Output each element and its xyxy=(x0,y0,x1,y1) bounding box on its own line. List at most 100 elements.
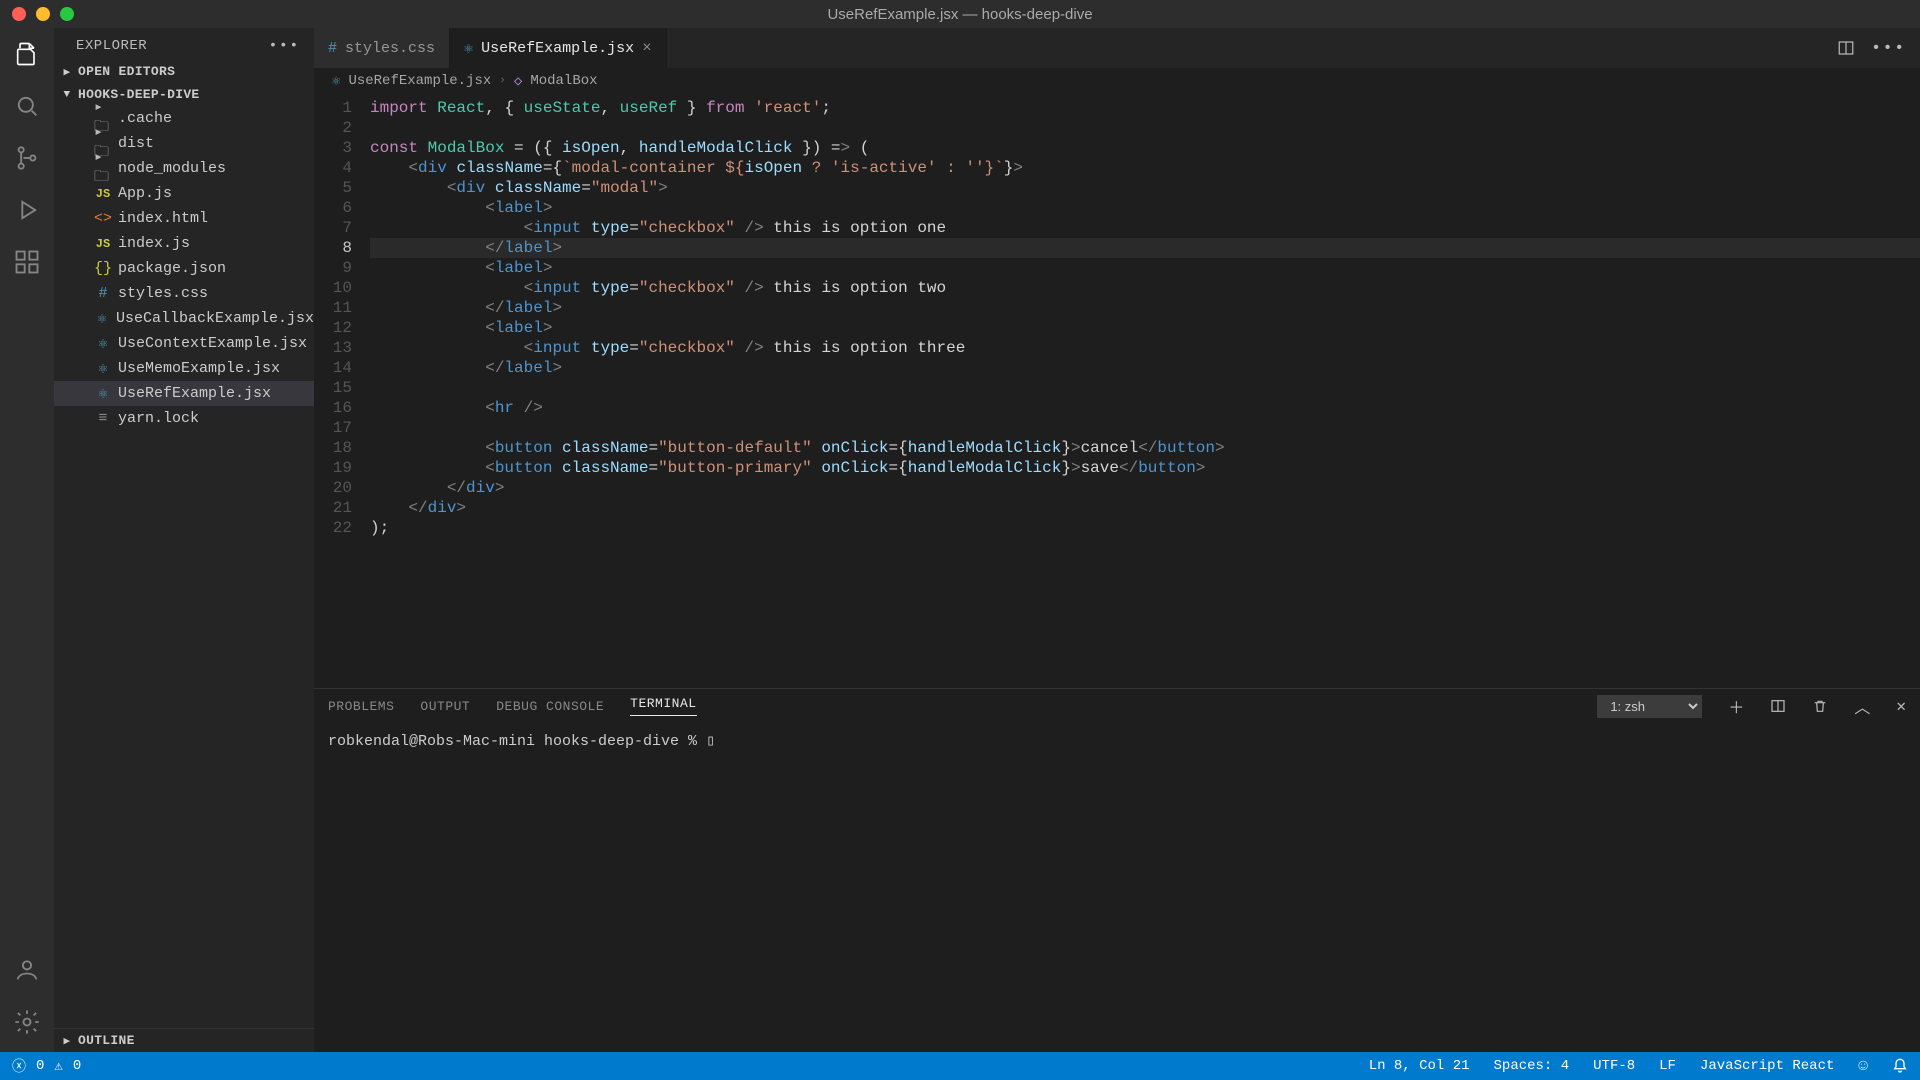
maximize-panel-icon[interactable]: ︿ xyxy=(1854,694,1870,718)
file-name: node_modules xyxy=(118,160,226,177)
file-name: UseContextExample.jsx xyxy=(118,335,307,352)
file-tree-item[interactable]: ⚛UseContextExample.jsx xyxy=(54,331,314,356)
status-feedback[interactable]: ☺ xyxy=(1846,1052,1880,1080)
source-control-icon[interactable] xyxy=(13,144,41,172)
window-controls xyxy=(0,7,74,21)
account-icon[interactable] xyxy=(13,956,41,984)
file-name: UseCallbackExample.jsx xyxy=(116,310,314,327)
status-eol[interactable]: LF xyxy=(1647,1052,1688,1080)
editor-tab[interactable]: # styles.css xyxy=(314,28,450,68)
warning-icon: ⚠ xyxy=(54,1058,62,1075)
file-tree-item[interactable]: #styles.css xyxy=(54,281,314,306)
terminal-body[interactable]: robkendal@Robs-Mac-mini hooks-deep-dive … xyxy=(314,723,1920,1052)
file-tree-item[interactable]: ⚛UseCallbackExample.jsx xyxy=(54,306,314,331)
chevron-down-icon: ▼ xyxy=(60,89,74,101)
file-name: index.html xyxy=(118,210,208,227)
tab-label: UseRefExample.jsx xyxy=(481,40,634,57)
new-terminal-icon[interactable]: ＋ xyxy=(1728,694,1744,718)
panel-tab[interactable]: DEBUG CONSOLE xyxy=(496,699,604,714)
tab-bar: # styles.css ⚛ UseRefExample.jsx × ••• xyxy=(314,28,1920,68)
file-name: App.js xyxy=(118,185,172,202)
file-name: styles.css xyxy=(118,285,208,302)
editor-tab[interactable]: ⚛ UseRefExample.jsx × xyxy=(450,28,667,68)
file-tree-item[interactable]: ▸ 🗀dist xyxy=(54,131,314,156)
editor-more-icon[interactable]: ••• xyxy=(1871,39,1906,57)
debug-icon[interactable] xyxy=(13,196,41,224)
line-gutter: 12345678910111213141516171819202122 xyxy=(314,94,370,688)
file-tree: ▸ 🗀.cache▸ 🗀dist▸ 🗀node_modulesJSApp.js<… xyxy=(54,106,314,431)
status-spaces[interactable]: Spaces: 4 xyxy=(1482,1052,1582,1080)
breadcrumb-file[interactable]: UseRefExample.jsx xyxy=(348,73,491,89)
search-icon[interactable] xyxy=(13,92,41,120)
chevron-right-icon: ▶ xyxy=(60,1034,74,1048)
split-editor-icon[interactable] xyxy=(1837,39,1855,57)
window-title: UseRefExample.jsx — hooks-deep-dive xyxy=(827,6,1092,23)
code-editor[interactable]: 12345678910111213141516171819202122 impo… xyxy=(314,94,1920,688)
panel-tab[interactable]: TERMINAL xyxy=(630,696,696,716)
panel-tabs: PROBLEMS OUTPUT DEBUG CONSOLE TERMINAL 1: z… xyxy=(314,689,1920,723)
minimize-window-button[interactable] xyxy=(36,7,50,21)
sidebar-title: EXPLORER xyxy=(76,38,147,54)
warning-count: 0 xyxy=(73,1058,81,1074)
file-tree-item[interactable]: ⚛UseRefExample.jsx xyxy=(54,381,314,406)
file-name: index.js xyxy=(118,235,190,252)
bell-icon xyxy=(1892,1058,1908,1074)
file-tree-item[interactable]: ▸ 🗀node_modules xyxy=(54,156,314,181)
file-tree-item[interactable]: ≡yarn.lock xyxy=(54,406,314,431)
file-tree-item[interactable]: ⚛UseMemoExample.jsx xyxy=(54,356,314,381)
activity-bar xyxy=(0,28,54,1052)
chevron-right-icon: ▶ xyxy=(60,65,74,79)
feedback-smiley-icon: ☺ xyxy=(1858,1057,1868,1075)
sidebar-more-icon[interactable]: ••• xyxy=(269,38,300,54)
error-icon: ⓧ xyxy=(12,1056,26,1076)
file-tree-item[interactable]: {}package.json xyxy=(54,256,314,281)
extensions-icon[interactable] xyxy=(13,248,41,276)
explorer-icon[interactable] xyxy=(13,40,41,68)
open-editors-label: OPEN EDITORS xyxy=(78,64,175,79)
status-encoding[interactable]: UTF-8 xyxy=(1581,1052,1647,1080)
status-position[interactable]: Ln 8, Col 21 xyxy=(1357,1052,1482,1080)
symbol-icon: ◇ xyxy=(514,73,522,90)
breadcrumb[interactable]: ⚛ UseRefExample.jsx › ◇ ModalBox xyxy=(314,68,1920,94)
open-editors-section[interactable]: ▶ OPEN EDITORS xyxy=(54,60,314,83)
file-name: yarn.lock xyxy=(118,410,199,427)
status-bar: ⓧ 0 ⚠ 0 Ln 8, Col 21 Spaces: 4 UTF-8 LF Ja… xyxy=(0,1052,1920,1080)
bottom-panel: PROBLEMS OUTPUT DEBUG CONSOLE TERMINAL 1: z… xyxy=(314,688,1920,1052)
project-section[interactable]: ▼ HOOKS-DEEP-DIVE xyxy=(54,83,314,106)
breadcrumb-symbol[interactable]: ModalBox xyxy=(530,73,597,89)
css-file-icon: # xyxy=(328,40,337,57)
outline-section[interactable]: ▶ OUTLINE xyxy=(54,1028,314,1052)
file-name: dist xyxy=(118,135,154,152)
file-name: UseMemoExample.jsx xyxy=(118,360,280,377)
code-content[interactable]: import React, { useState, useRef } from … xyxy=(370,94,1920,688)
status-language[interactable]: JavaScript React xyxy=(1688,1052,1846,1080)
file-name: UseRefExample.jsx xyxy=(118,385,271,402)
close-panel-icon[interactable]: ✕ xyxy=(1896,696,1906,716)
outline-label: OUTLINE xyxy=(78,1033,135,1048)
file-name: package.json xyxy=(118,260,226,277)
terminal-select[interactable]: 1: zsh xyxy=(1597,695,1702,718)
kill-terminal-icon[interactable] xyxy=(1812,698,1828,714)
panel-tab[interactable]: OUTPUT xyxy=(420,699,470,714)
titlebar: UseRefExample.jsx — hooks-deep-dive xyxy=(0,0,1920,28)
sidebar: EXPLORER ••• ▶ OPEN EDITORS ▼ HOOKS-DEEP… xyxy=(54,28,314,1052)
close-tab-icon[interactable]: × xyxy=(642,39,652,57)
terminal-line: robkendal@Robs-Mac-mini hooks-deep-dive … xyxy=(328,733,715,750)
tab-label: styles.css xyxy=(345,40,435,57)
editor-area: # styles.css ⚛ UseRefExample.jsx × ••• ⚛ Use… xyxy=(314,28,1920,1052)
close-window-button[interactable] xyxy=(12,7,26,21)
settings-gear-icon[interactable] xyxy=(13,1008,41,1036)
chevron-right-icon: › xyxy=(499,75,506,87)
panel-tab[interactable]: PROBLEMS xyxy=(328,699,394,714)
file-tree-item[interactable]: <>index.html xyxy=(54,206,314,231)
react-file-icon: ⚛ xyxy=(332,73,340,90)
file-tree-item[interactable]: JSApp.js xyxy=(54,181,314,206)
error-count: 0 xyxy=(36,1058,44,1074)
react-file-icon: ⚛ xyxy=(464,39,473,58)
status-notifications[interactable] xyxy=(1880,1052,1920,1080)
file-tree-item[interactable]: JSindex.js xyxy=(54,231,314,256)
split-terminal-icon[interactable] xyxy=(1770,698,1786,714)
file-tree-item[interactable]: ▸ 🗀.cache xyxy=(54,106,314,131)
status-errors[interactable]: ⓧ 0 ⚠ 0 xyxy=(0,1052,93,1080)
maximize-window-button[interactable] xyxy=(60,7,74,21)
